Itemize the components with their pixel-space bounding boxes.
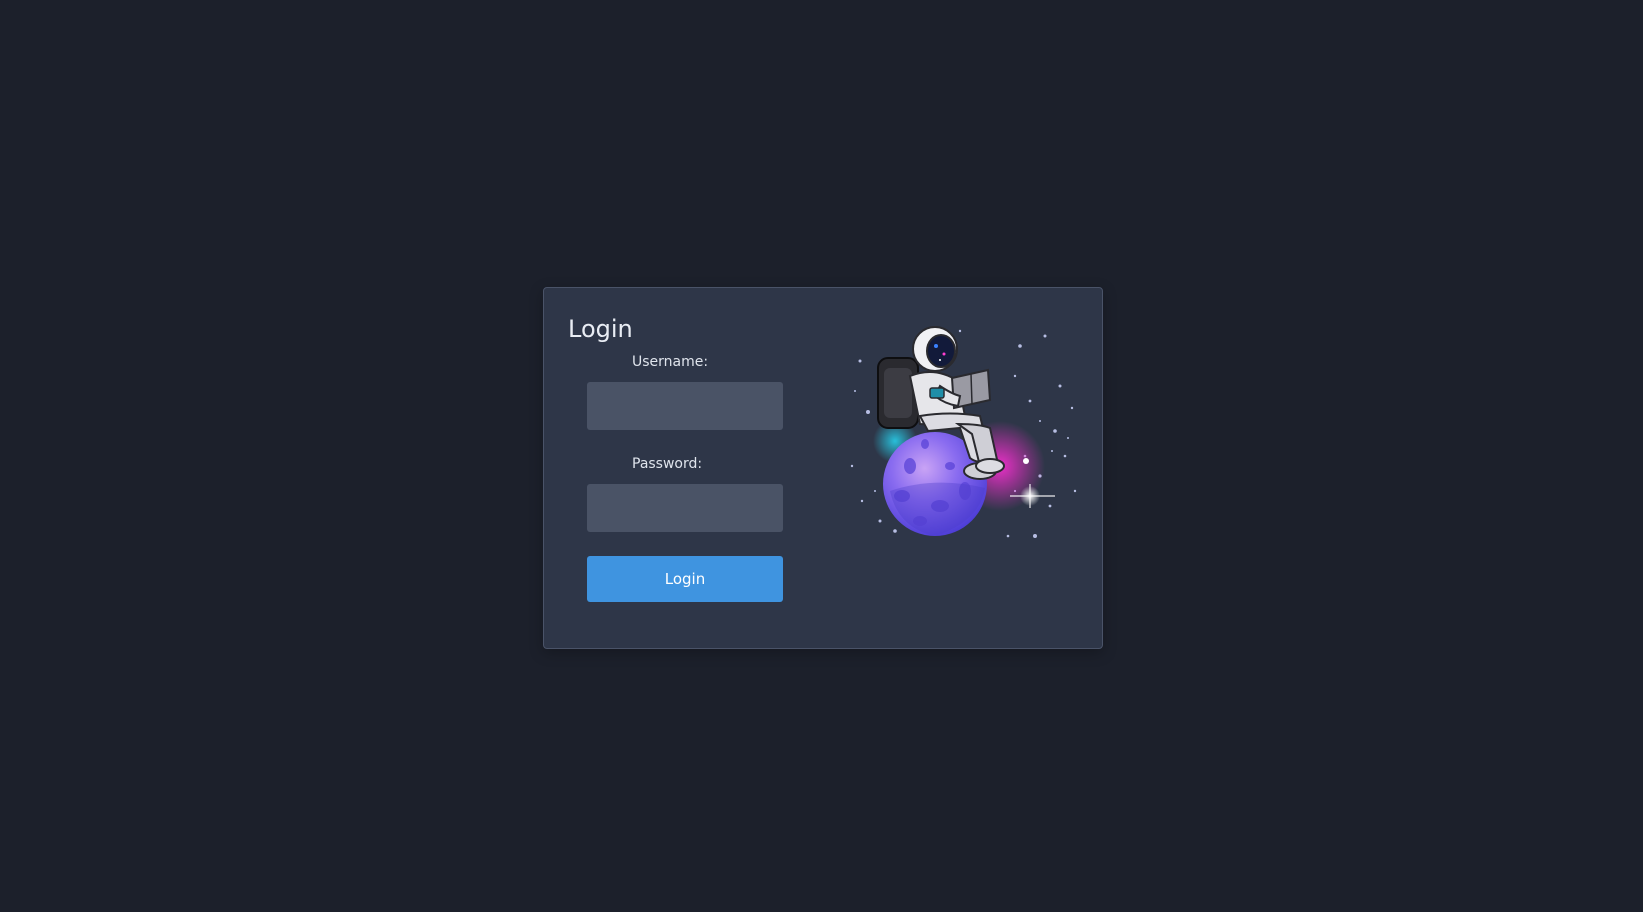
username-input[interactable]: [587, 382, 783, 430]
login-button[interactable]: Login: [587, 556, 783, 602]
login-title: Login: [568, 315, 633, 343]
astronaut-illustration: [840, 316, 1084, 557]
password-input[interactable]: [587, 484, 783, 532]
login-card: Login Username: Password: Login: [543, 287, 1103, 649]
password-label: Password:: [632, 456, 703, 472]
username-label: Username:: [632, 354, 709, 370]
astronaut-on-planet-icon: [850, 326, 1077, 557]
